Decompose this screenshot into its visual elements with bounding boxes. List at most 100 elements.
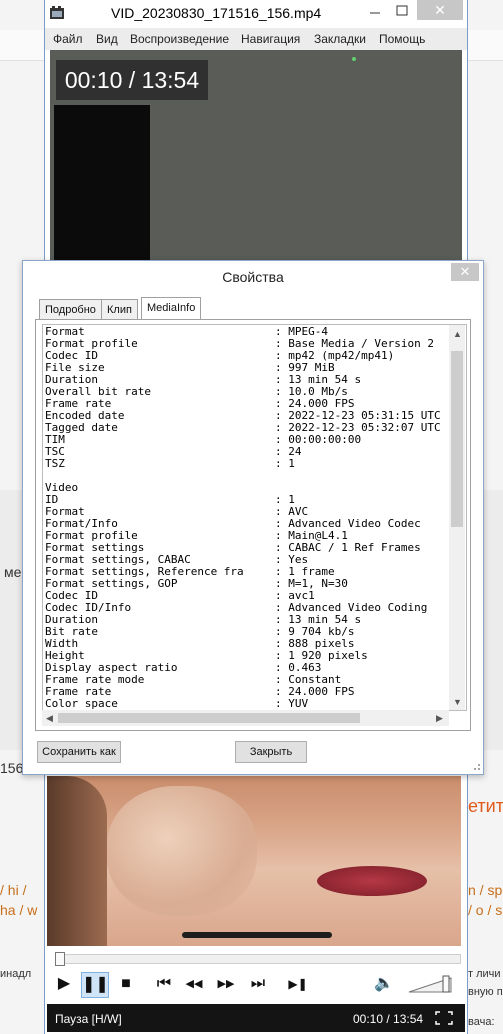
background-link[interactable]: / hi / — [0, 882, 26, 898]
mediainfo-key: ID — [45, 494, 59, 506]
mediainfo-key: Tagged date — [45, 422, 118, 434]
mediainfo-key: Codec ID — [45, 350, 98, 362]
volume-icon[interactable]: 🔈 — [371, 972, 397, 996]
scroll-up-icon[interactable]: ▲ — [453, 329, 462, 339]
tab-panel: Format: MPEG-4 Format profile: Base Media… — [35, 319, 471, 731]
scroll-right-icon[interactable]: ▶ — [436, 713, 443, 724]
mediainfo-textbox[interactable]: Format: MPEG-4 Format profile: Base Media… — [42, 324, 467, 711]
video-dark-region — [54, 105, 150, 276]
menu-view[interactable]: Вид — [96, 32, 118, 46]
menu-bar: Файл Вид Воспроизведение Навигация Закла… — [45, 28, 467, 50]
background-text: инадл — [0, 968, 32, 980]
resize-grip-icon[interactable] — [469, 759, 481, 771]
rewind-button[interactable]: ◀◀ — [181, 972, 207, 996]
close-dialog-button[interactable]: Закрыть — [235, 741, 307, 763]
save-as-button[interactable]: Сохранить как — [37, 741, 121, 763]
video-scroll-indicator — [182, 932, 332, 938]
mediainfo-value: : YUV — [275, 697, 309, 710]
menu-bookmarks[interactable]: Закладки — [314, 32, 366, 46]
video-detail — [107, 786, 257, 916]
status-time: 00:10 / 13:54 — [353, 1012, 424, 1026]
skip-forward-button[interactable]: ⏭ — [245, 972, 271, 996]
scroll-thumb[interactable] — [451, 351, 463, 527]
scroll-thumb-horizontal[interactable] — [58, 713, 360, 723]
background-text: ме — [4, 564, 22, 580]
menu-playback[interactable]: Воспроизведение — [130, 32, 229, 46]
mediainfo-key: Video — [45, 482, 79, 494]
mediainfo-key: File size — [45, 362, 105, 374]
mediainfo-key: TSC — [45, 446, 65, 458]
mediainfo-row: Format settings: CABAC / 1 Ref Frames — [45, 542, 447, 554]
mediainfo-row: Codec ID: mp42 (mp42/mp41) — [45, 350, 447, 362]
mediainfo-row: TSC: 24 — [45, 446, 447, 458]
mediainfo-row: Tagged date: 2022-12-23 05:32:07 UTC — [45, 422, 447, 434]
mediainfo-value: : 1 — [275, 457, 295, 470]
menu-file[interactable]: Файл — [53, 32, 83, 46]
mediainfo-row: Format settings, GOP: M=1, N=30 — [45, 578, 447, 590]
player-titlebar[interactable]: VID_20230830_171516_156.mp4 ✕ — [45, 0, 467, 26]
skip-back-button[interactable]: ⏮ — [151, 972, 177, 996]
background-link[interactable]: / o / s — [468, 902, 502, 918]
pause-button[interactable]: ❚❚ — [81, 972, 109, 998]
mediainfo-key: Encoded date — [45, 410, 125, 422]
mediainfo-row: Video — [45, 482, 447, 494]
stop-button[interactable]: ■ — [113, 972, 139, 996]
status-text: Пауза [H/W] — [55, 1012, 122, 1026]
maximize-button[interactable] — [390, 2, 414, 20]
mediainfo-row: TIM: 00:00:00:00 — [45, 434, 447, 446]
mediainfo-key: Bit rate — [45, 626, 98, 638]
scroll-left-icon[interactable]: ◀ — [46, 713, 53, 724]
mediainfo-key: Duration — [45, 614, 98, 626]
vertical-scrollbar[interactable]: ▲ ▼ — [449, 325, 465, 710]
mediainfo-key: TIM — [45, 434, 65, 446]
mediainfo-row: Format settings, CABAC: Yes — [45, 554, 447, 566]
frame-step-button[interactable]: ▶❚ — [285, 972, 311, 996]
mediainfo-key: Codec ID — [45, 590, 98, 602]
background-link[interactable]: n / sp — [468, 882, 502, 898]
dialog-close-button[interactable]: ✕ — [451, 263, 479, 281]
close-button[interactable]: ✕ — [417, 0, 463, 20]
mediainfo-row: Height: 1 920 pixels — [45, 650, 447, 662]
mediainfo-key: Format/Info — [45, 518, 118, 530]
play-button[interactable]: ▶ — [51, 972, 77, 996]
mediainfo-key: Display aspect ratio — [45, 662, 178, 674]
mediainfo-row: Codec ID/Info: Advanced Video Coding — [45, 602, 447, 614]
player-controls: ▶ ❚❚ ■ ⏮ ◀◀ ▶▶ ⏭ ▶❚ 🔈 — [47, 946, 465, 1004]
background-text: вача: — [468, 1016, 495, 1028]
mediainfo-row: Width: 888 pixels — [45, 638, 447, 650]
window-title: VID_20230830_171516_156.mp4 — [111, 5, 322, 21]
mediainfo-key: Frame rate mode — [45, 674, 145, 686]
seek-bar[interactable] — [55, 954, 461, 964]
fullscreen-icon[interactable] — [435, 1011, 453, 1025]
mediainfo-key: Format profile — [45, 338, 138, 350]
mediainfo-key: Format — [45, 326, 85, 338]
seek-knob[interactable] — [55, 952, 65, 966]
mediainfo-key: Format settings, GOP — [45, 578, 178, 590]
background-link[interactable]: ha / w — [0, 902, 37, 918]
tab-details[interactable]: Подробно — [39, 299, 102, 320]
mediainfo-row: Format/Info: Advanced Video Codec — [45, 518, 447, 530]
volume-slider[interactable] — [407, 974, 453, 994]
mediainfo-key: Frame rate — [45, 686, 112, 698]
background-text: т личи — [468, 968, 501, 980]
horizontal-scrollbar[interactable]: ◀ ▶ — [42, 710, 449, 726]
video-area[interactable]: 00:10 / 13:54 — [50, 50, 462, 276]
mediainfo-key: TSZ — [45, 458, 65, 470]
mediainfo-key: Frame rate — [45, 398, 112, 410]
background-text: вную п — [468, 986, 503, 998]
tab-mediainfo[interactable]: MediaInfo — [141, 297, 202, 321]
mediainfo-key: Codec ID/Info — [45, 602, 132, 614]
background-heading: етит — [468, 796, 503, 816]
menu-navigation[interactable]: Навигация — [241, 32, 300, 46]
minimize-button[interactable] — [363, 2, 387, 20]
tab-clip[interactable]: Клип — [101, 299, 138, 320]
menu-help[interactable]: Помощь — [379, 32, 425, 46]
mediainfo-row: Duration: 13 min 54 s — [45, 614, 447, 626]
mediainfo-key: Duration — [45, 374, 98, 386]
video-frame[interactable] — [47, 776, 461, 946]
mediainfo-row: Frame rate: 24.000 FPS — [45, 686, 447, 698]
mediainfo-row: Display aspect ratio: 0.463 — [45, 662, 447, 674]
scroll-down-icon[interactable]: ▼ — [453, 697, 462, 707]
forward-button[interactable]: ▶▶ — [213, 972, 239, 996]
properties-dialog: Свойства ✕ Подробно Клип MediaInfo Forma… — [22, 260, 484, 775]
